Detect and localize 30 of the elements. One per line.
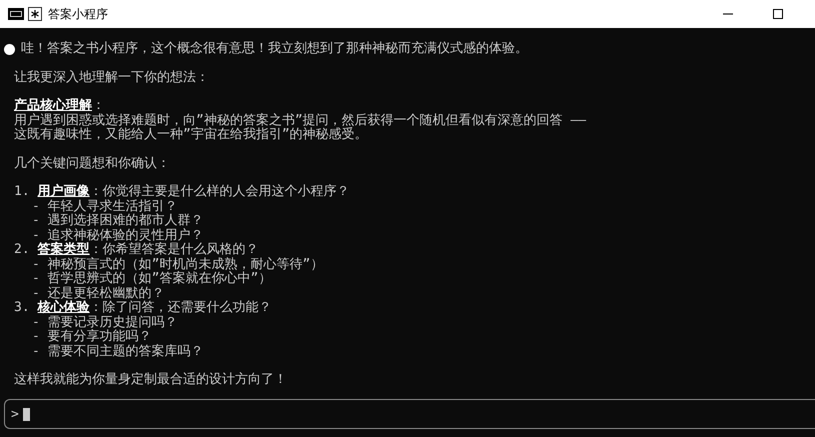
option-text: - 哲学思辨式的（如”答案就在你心中”） — [32, 272, 272, 286]
option-text: - 还是更轻松幽默的？ — [32, 286, 165, 300]
message-text: 这样我就能为你量身定制最合适的设计方向了！ — [14, 373, 287, 388]
cursor-icon — [22, 408, 30, 420]
message-text: 让我更深入地理解一下你的想法： — [14, 70, 209, 85]
message-text: 用户遇到困惑或选择难题时，向”神秘的答案之书”提问，然后获得一个随机但看似有深意的回答 —— — [14, 114, 586, 128]
question-text: 用户画像：你觉得主要是什么样的人会用这个小程序？ — [38, 185, 350, 199]
option-text: - 需要记录历史提问吗？ — [32, 316, 178, 330]
input-field[interactable]: > — [4, 399, 815, 429]
list-number: 3. — [14, 301, 30, 316]
message-text: 这既有趣味性，又能给人一种”宇宙在给我指引”的神秘感受。 — [14, 128, 368, 142]
prompt-symbol: > — [11, 406, 19, 422]
question-text: 答案类型：你希望答案是什么风格的？ — [38, 243, 259, 257]
option-text: - 神秘预言式的（如”时机尚未成熟，耐心等待”） — [32, 258, 324, 272]
question-text: 核心体验：除了问答，还需要什么功能？ — [38, 301, 272, 315]
message-text: 产品核心理解： — [14, 99, 105, 113]
message-text: 哇！答案之书小程序，这个概念很有意思！我立刻想到了那种神秘而充满仪式感的体验。 — [21, 42, 528, 56]
option-text: - 要有分享功能吗？ — [32, 330, 152, 344]
bullet-icon — [4, 44, 15, 55]
window-title: 答案小程序 — [48, 6, 108, 22]
list-number: 2. — [14, 243, 30, 258]
console-icon — [8, 8, 24, 20]
list-number: 1. — [14, 185, 30, 200]
option-text: - 追求神秘体验的灵性用户？ — [32, 228, 204, 242]
asterisk-icon — [28, 7, 42, 21]
message-text: 几个关键问题想和你确认： — [14, 156, 170, 171]
maximize-icon — [773, 9, 783, 19]
option-text: - 遇到选择困难的都市人群？ — [32, 214, 204, 228]
option-text: - 需要不同主题的答案库吗？ — [32, 344, 204, 359]
option-text: - 年轻人寻求生活指引？ — [32, 200, 178, 214]
